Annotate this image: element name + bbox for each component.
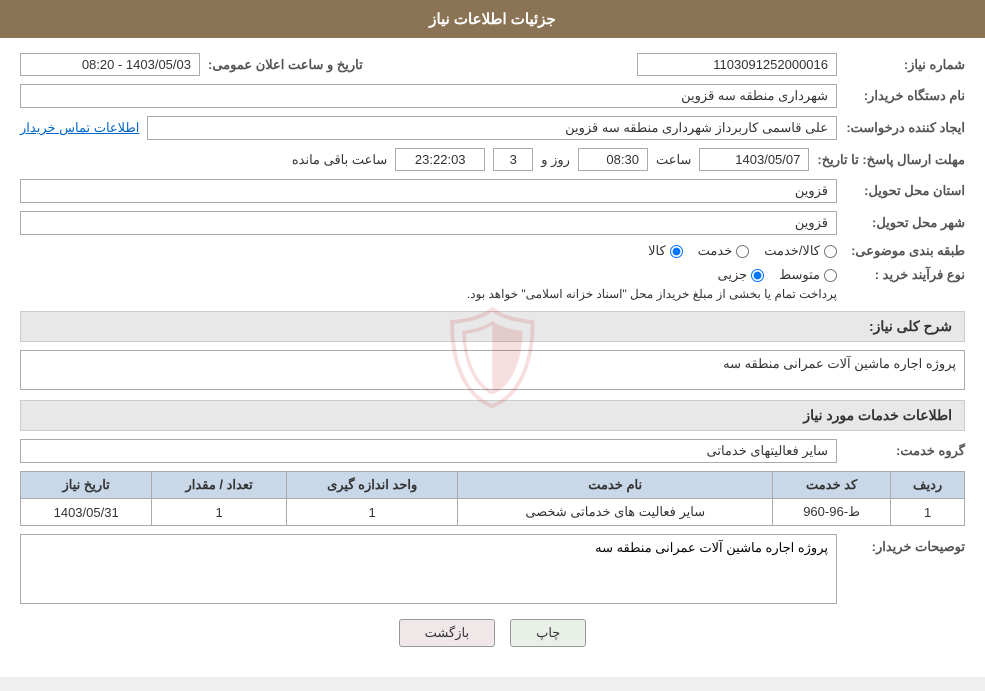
col-name: نام خدمت bbox=[458, 472, 773, 499]
purchase-type-label: نوع فرآیند خرید : bbox=[845, 267, 965, 283]
category-label: طبقه بندی موضوعی: bbox=[845, 243, 965, 259]
purchase-type-row: نوع فرآیند خرید : متوسط جزیی پرداخت تمام… bbox=[20, 267, 965, 301]
buyer-desc-textarea[interactable] bbox=[20, 534, 837, 604]
need-number-value: 1103091252000016 bbox=[637, 53, 837, 76]
services-table: ردیف کد خدمت نام خدمت واحد اندازه گیری ت… bbox=[20, 471, 965, 526]
deadline-countdown-label: ساعت باقی مانده bbox=[292, 152, 387, 168]
radio-kala-khadamat[interactable] bbox=[824, 245, 837, 258]
contact-link[interactable]: اطلاعات تماس خریدار bbox=[20, 120, 139, 136]
creator-label: ایجاد کننده درخواست: bbox=[845, 120, 965, 136]
org-name-row: نام دستگاه خریدار: شهرداری منطقه سه قزوی… bbox=[20, 84, 965, 108]
services-section-title: اطلاعات خدمات مورد نیاز bbox=[20, 400, 965, 431]
motavaset-label: متوسط bbox=[779, 267, 820, 283]
announce-date-label: تاریخ و ساعت اعلان عمومی: bbox=[208, 57, 363, 73]
purchase-type-motavaset: متوسط bbox=[779, 267, 837, 283]
col-unit: واحد اندازه گیری bbox=[286, 472, 457, 499]
need-number-label: شماره نیاز: bbox=[845, 57, 965, 73]
radio-kala[interactable] bbox=[670, 245, 683, 258]
page-title: جزئیات اطلاعات نیاز bbox=[429, 11, 556, 28]
org-name-value: شهرداری منطقه سه قزوین bbox=[20, 84, 837, 108]
table-row: 1 ط-96-960 سایر فعالیت های خدماتی شخصی 1… bbox=[21, 499, 965, 526]
category-radio-group: کالا/خدمت خدمت کالا bbox=[648, 243, 837, 259]
deadline-label: مهلت ارسال پاسخ: تا تاریخ: bbox=[817, 152, 965, 168]
khadamat-label: خدمت bbox=[698, 243, 733, 259]
col-count: تعداد / مقدار bbox=[152, 472, 287, 499]
deadline-time: 08:30 bbox=[578, 148, 648, 171]
bottom-buttons: چاپ بازگشت bbox=[20, 619, 965, 647]
kala-khadamat-label: کالا/خدمت bbox=[764, 243, 820, 259]
need-desc-label: شرح کلی نیاز: bbox=[869, 318, 952, 334]
deadline-row: مهلت ارسال پاسخ: تا تاریخ: 1403/05/07 سا… bbox=[20, 148, 965, 171]
category-kala-khadamat: کالا/خدمت bbox=[764, 243, 837, 259]
services-title: اطلاعات خدمات مورد نیاز bbox=[803, 407, 952, 423]
city-row: شهر محل تحویل: قزوین bbox=[20, 211, 965, 235]
kala-label: کالا bbox=[648, 243, 666, 259]
need-desc-box-wrapper: پروژه اجاره ماشین آلات عمرانی منطقه سه bbox=[20, 350, 965, 390]
province-label: استان محل تحویل: bbox=[845, 183, 965, 199]
service-group-label: گروه خدمت: bbox=[845, 443, 965, 459]
buyer-desc-label: توصیحات خریدار: bbox=[845, 534, 965, 555]
service-group-value: سایر فعالیتهای خدماتی bbox=[20, 439, 837, 463]
category-kala: کالا bbox=[648, 243, 683, 259]
col-date: تاریخ نیاز bbox=[21, 472, 152, 499]
province-row: استان محل تحویل: قزوین bbox=[20, 179, 965, 203]
cell-count: 1 bbox=[152, 499, 287, 526]
cell-name: سایر فعالیت های خدماتی شخصی bbox=[458, 499, 773, 526]
cell-code: ط-96-960 bbox=[773, 499, 891, 526]
service-group-row: گروه خدمت: سایر فعالیتهای خدماتی bbox=[20, 439, 965, 463]
radio-jozi[interactable] bbox=[751, 269, 764, 282]
content-area: 🛡 شماره نیاز: 1103091252000016 تاریخ و س… bbox=[0, 38, 985, 677]
page-header: جزئیات اطلاعات نیاز bbox=[0, 0, 985, 38]
cell-row: 1 bbox=[891, 499, 965, 526]
radio-khadamat[interactable] bbox=[736, 245, 749, 258]
deadline-countdown: 23:22:03 bbox=[395, 148, 485, 171]
city-value: قزوین bbox=[20, 211, 837, 235]
cell-date: 1403/05/31 bbox=[21, 499, 152, 526]
deadline-day-label: روز و bbox=[541, 152, 570, 168]
col-code: کد خدمت bbox=[773, 472, 891, 499]
purchase-type-radio-group: متوسط جزیی bbox=[20, 267, 837, 283]
category-khadamat: خدمت bbox=[698, 243, 750, 259]
col-row: ردیف bbox=[891, 472, 965, 499]
need-desc-value: پروژه اجاره ماشین آلات عمرانی منطقه سه bbox=[20, 350, 965, 390]
radio-motavaset[interactable] bbox=[824, 269, 837, 282]
purchase-type-note: پرداخت تمام یا بخشی از مبلغ خریداز محل "… bbox=[20, 287, 837, 301]
back-button[interactable]: بازگشت bbox=[399, 619, 495, 647]
buyer-desc-section: توصیحات خریدار: bbox=[20, 534, 965, 604]
category-row: طبقه بندی موضوعی: کالا/خدمت خدمت کالا bbox=[20, 243, 965, 259]
jozi-label: جزیی bbox=[717, 267, 747, 283]
province-value: قزوین bbox=[20, 179, 837, 203]
cell-unit: 1 bbox=[286, 499, 457, 526]
city-label: شهر محل تحویل: bbox=[845, 215, 965, 231]
need-desc-section-title: شرح کلی نیاز: bbox=[20, 311, 965, 342]
org-name-label: نام دستگاه خریدار: bbox=[845, 88, 965, 104]
need-number-row: شماره نیاز: 1103091252000016 تاریخ و ساع… bbox=[20, 53, 965, 76]
purchase-type-jozi: جزیی bbox=[717, 267, 764, 283]
announce-date-value: 1403/05/03 - 08:20 bbox=[20, 53, 200, 76]
creator-row: ایجاد کننده درخواست: علی قاسمی کاربرداز … bbox=[20, 116, 965, 140]
print-button[interactable]: چاپ bbox=[510, 619, 586, 647]
creator-value: علی قاسمی کاربرداز شهرداری منطقه سه قزوی… bbox=[147, 116, 837, 140]
deadline-days: 3 bbox=[493, 148, 533, 171]
deadline-date: 1403/05/07 bbox=[699, 148, 809, 171]
deadline-time-label: ساعت bbox=[656, 152, 691, 168]
